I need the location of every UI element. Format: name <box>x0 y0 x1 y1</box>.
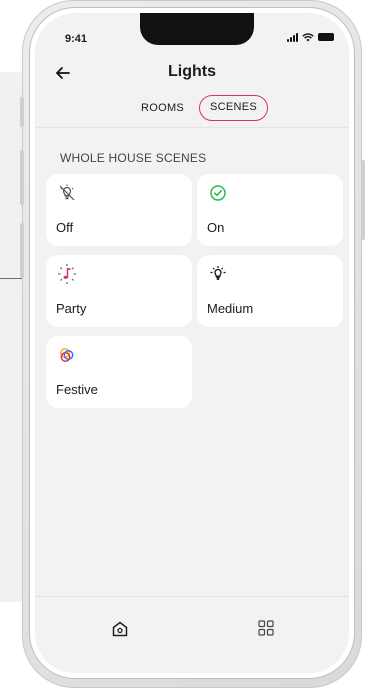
tab-rooms[interactable]: ROOMS <box>141 95 184 121</box>
volume-down-button <box>20 223 24 278</box>
tab-scenes[interactable]: SCENES <box>199 95 269 121</box>
scene-label: Party <box>56 301 87 316</box>
music-note-icon <box>58 264 76 284</box>
scene-card-on[interactable]: On <box>197 174 343 246</box>
scene-label: On <box>207 220 225 235</box>
signal-icon <box>287 33 298 42</box>
scene-label: Off <box>56 220 74 235</box>
app-screen: 9:41 Lights ROOMS SCENES WHOLE HOUSE SCE… <box>35 13 349 673</box>
bulb-glow-icon <box>210 266 226 280</box>
scene-label: Medium <box>207 301 254 316</box>
section-title: WHOLE HOUSE SCENES <box>60 151 207 165</box>
scene-label: Festive <box>56 382 98 397</box>
grid-icon[interactable] <box>257 619 275 637</box>
scene-card-medium[interactable]: Medium <box>197 255 343 327</box>
wifi-icon <box>302 33 314 42</box>
header-divider <box>35 127 349 128</box>
battery-icon <box>318 33 334 41</box>
scene-card-festive[interactable]: Festive <box>46 336 192 408</box>
home-icon[interactable] <box>110 619 130 639</box>
interlocking-rings-icon <box>60 348 74 362</box>
status-time: 9:41 <box>65 33 88 45</box>
page-title: Lights <box>168 63 216 80</box>
stage: 9:41 Lights ROOMS SCENES WHOLE HOUSE SCE… <box>0 0 370 688</box>
status-icons <box>287 33 334 42</box>
scene-card-off[interactable]: Off <box>46 174 192 246</box>
notch <box>140 13 254 45</box>
check-circle-icon <box>210 185 226 201</box>
scene-card-party[interactable]: Party <box>46 255 192 327</box>
mute-switch <box>20 97 24 127</box>
bulb-off-icon <box>59 184 75 201</box>
power-button <box>361 160 365 240</box>
volume-up-button <box>20 150 24 205</box>
bottom-nav <box>35 596 349 673</box>
